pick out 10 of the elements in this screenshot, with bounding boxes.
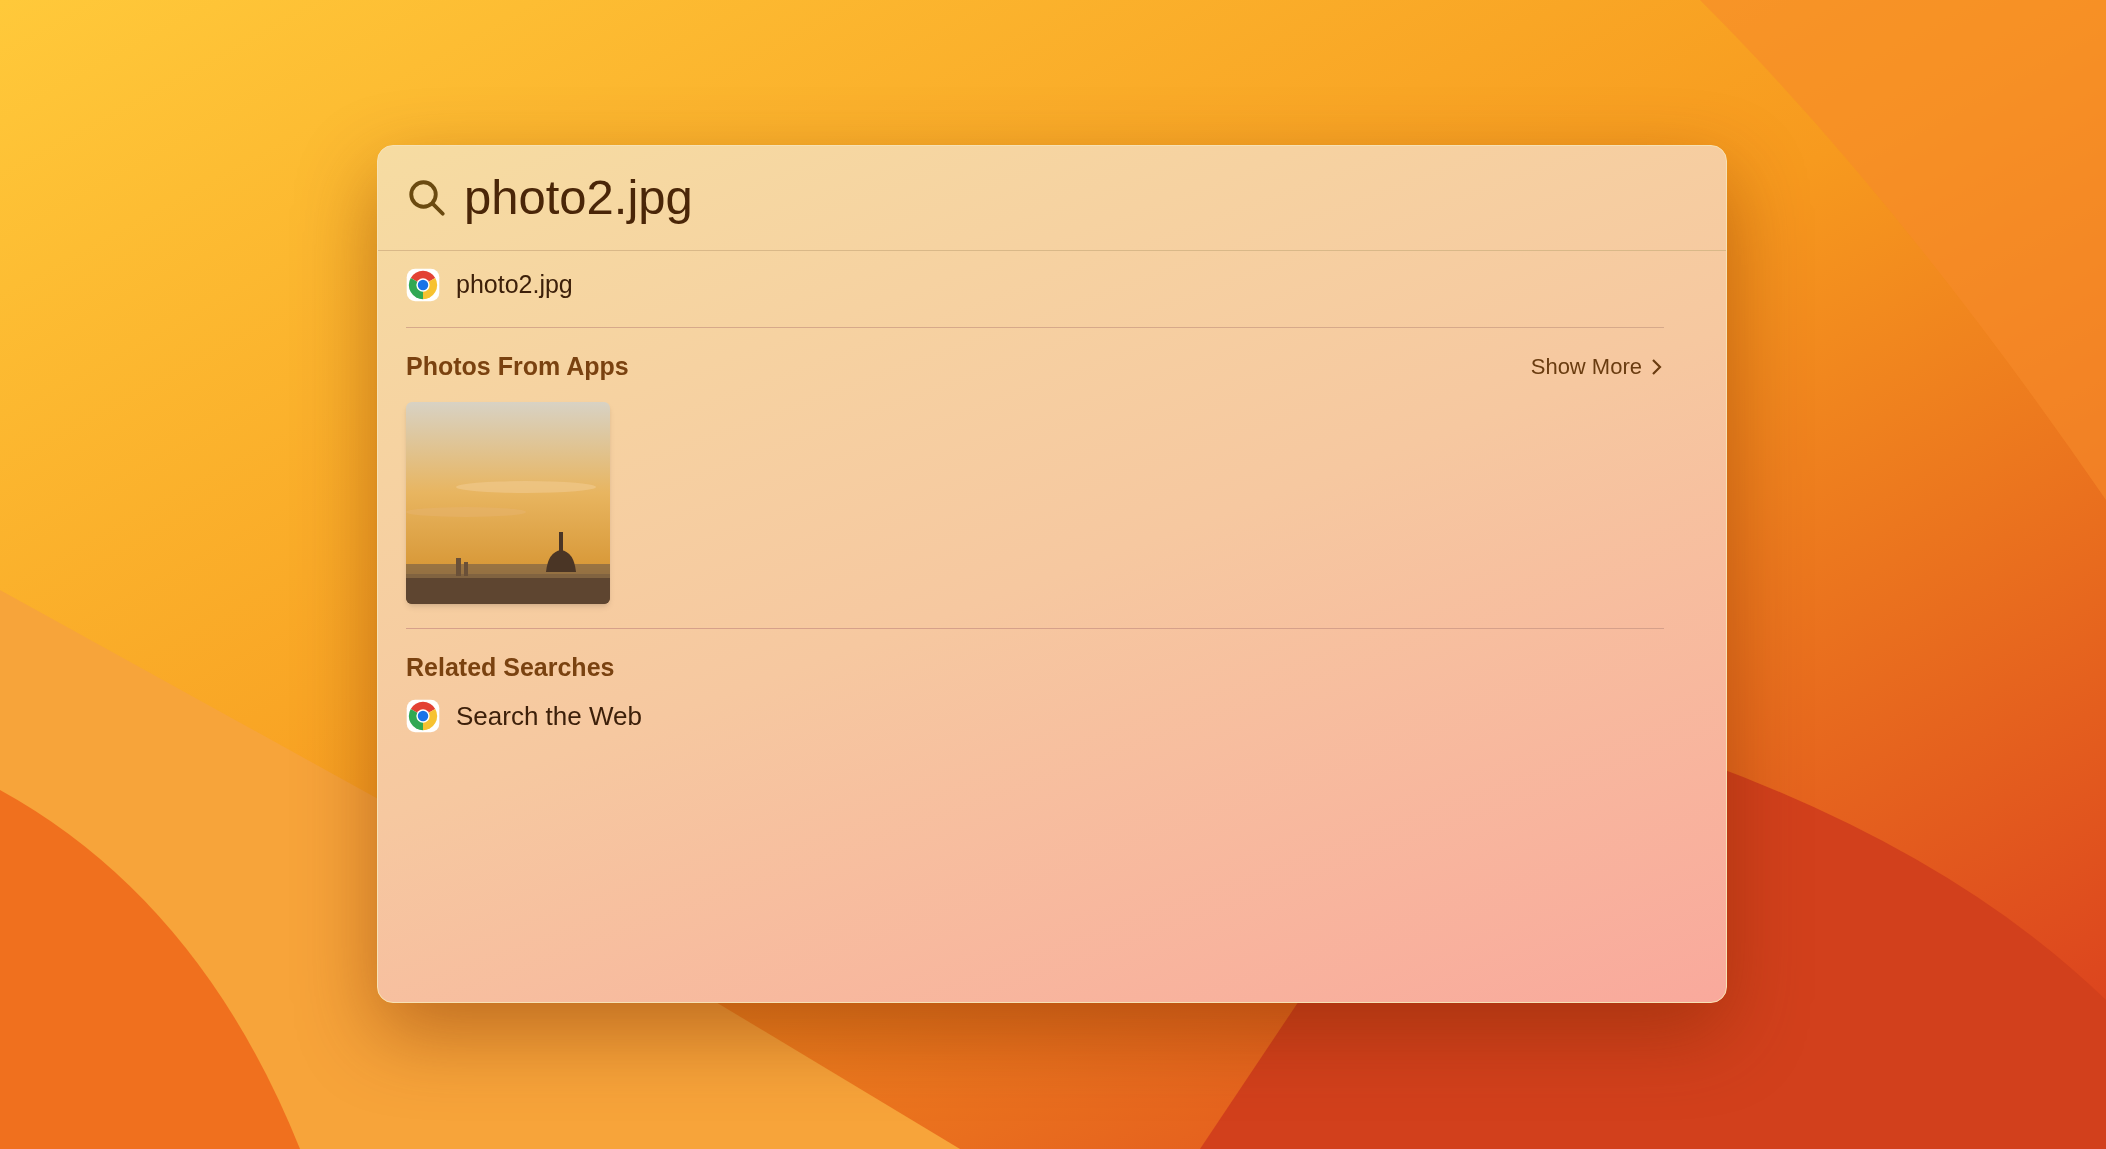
- chevron-right-icon: [1650, 356, 1664, 377]
- show-more-link[interactable]: Show More: [1530, 350, 1664, 384]
- search-icon: [406, 177, 448, 219]
- result-item[interactable]: photo2.jpg: [456, 265, 573, 304]
- browser-icon: [406, 699, 440, 733]
- search-field[interactable]: photo2.jpg: [464, 161, 1364, 235]
- section-heading: Photos From Apps: [406, 351, 629, 382]
- result-item[interactable]: Search the Web: [456, 696, 642, 736]
- browser-icon: [406, 267, 440, 302]
- section-heading: Related Searches: [406, 651, 616, 683]
